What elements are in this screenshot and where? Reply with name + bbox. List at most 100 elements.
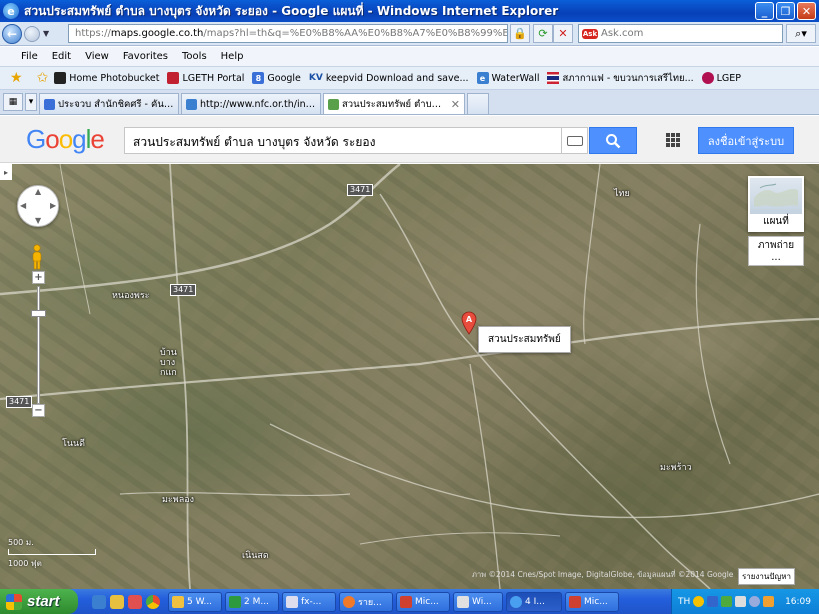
road-number-label: 3471 — [6, 396, 33, 408]
map-type-label: แผนที่ — [750, 214, 802, 230]
lock-icon[interactable]: 🔒 — [510, 24, 530, 43]
tab-google-search[interactable]: ประจวบ สำนักชิคศรี - คันหาดัวย ... — [39, 93, 179, 114]
forward-button[interactable] — [24, 25, 40, 42]
report-problem-link[interactable]: รายงานปัญหา — [738, 568, 796, 585]
satellite-type-button[interactable]: ภาพถ่าย ... — [748, 236, 804, 266]
place-label: โนนดี — [62, 439, 85, 449]
pan-right-icon[interactable]: ▶ — [50, 201, 56, 210]
taskbar-item[interactable]: 2 M... — [225, 591, 279, 612]
taskbar-item[interactable]: Mic... — [565, 591, 619, 612]
marker-info-label[interactable]: สวนประสมทรัพย์ — [478, 326, 571, 353]
signin-button[interactable]: ลงชื่อเข้าสู่ระบบ — [698, 127, 794, 154]
menu-file[interactable]: File — [14, 51, 45, 62]
media-quicklaunch-icon[interactable] — [128, 594, 142, 609]
quick-tabs-icon[interactable]: ▦ — [3, 93, 23, 111]
apps-grid-icon[interactable] — [666, 133, 680, 147]
back-button[interactable]: ← — [2, 23, 22, 44]
start-button[interactable]: start — [0, 589, 78, 614]
menu-view[interactable]: View — [78, 51, 116, 62]
zoom-in-button[interactable]: + — [32, 271, 45, 284]
close-tab-icon[interactable]: ✕ — [451, 98, 460, 111]
logo-letter: e — [90, 124, 105, 154]
menu-help[interactable]: Help — [214, 51, 251, 62]
scale-imperial-label: 1000 ฟุต — [8, 559, 42, 568]
menu-tools[interactable]: Tools — [175, 51, 214, 62]
chrome-quicklaunch-icon[interactable] — [146, 594, 160, 609]
update-tray-icon[interactable] — [763, 596, 775, 607]
tab-list-dropdown-icon[interactable]: ▾ — [25, 93, 37, 111]
favorite-label: WaterWall — [491, 72, 540, 84]
pan-left-icon[interactable]: ◀ — [20, 201, 26, 210]
close-button[interactable]: ✕ — [797, 2, 816, 20]
history-dropdown-icon[interactable]: ▼ — [43, 29, 49, 38]
road-network — [0, 164, 819, 589]
favorite-item[interactable]: e WaterWall — [476, 72, 540, 84]
menu-edit[interactable]: Edit — [45, 51, 78, 62]
location-marker-icon[interactable]: A — [461, 311, 477, 335]
tab-label: สวนประสมทรัพย์ ตำบล บา... — [342, 98, 447, 110]
antivirus-tray-icon[interactable] — [721, 596, 733, 607]
zoom-slider-track[interactable] — [37, 286, 40, 404]
quick-launch — [92, 594, 160, 609]
ie-quicklaunch-icon[interactable] — [92, 594, 106, 609]
refresh-button[interactable]: ⟳ — [533, 24, 553, 43]
maximize-button[interactable]: ❐ — [776, 2, 795, 20]
browser-icon — [343, 595, 355, 608]
task-label: 2 M... — [244, 596, 269, 607]
taskbar-item-active[interactable]: 4 I... — [506, 591, 562, 612]
taskbar-item[interactable]: fx-... — [282, 591, 336, 612]
new-tab-button[interactable] — [467, 93, 489, 114]
satellite-sub-label: ... — [771, 252, 781, 263]
maps-search-button[interactable] — [589, 127, 637, 154]
map-type-button[interactable]: แผนที่ — [748, 176, 804, 232]
favorite-item[interactable]: LGETH Portal — [167, 72, 244, 84]
system-tray: TH 16:09 — [671, 589, 819, 614]
favorites-bar: ★ ✩ Home Photobucket LGETH Portal 8 Googl… — [0, 67, 819, 90]
ie-logo-icon: e — [3, 3, 19, 19]
help-tray-icon[interactable] — [693, 596, 705, 607]
street-view-pegman-icon[interactable] — [31, 244, 43, 270]
maps-search-input[interactable]: สวนประสมทรัพย์ ตำบล บางบุตร จังหวัด ระยอ… — [124, 127, 562, 154]
taskbar-item[interactable]: ราย... — [339, 591, 393, 612]
minimize-button[interactable]: _ — [755, 2, 774, 20]
taskbar-item[interactable]: 5 W... — [168, 591, 222, 612]
favorite-item[interactable]: 8 Google — [252, 72, 301, 84]
favorite-item[interactable]: สภากาแฟ - ขบวนการเสรีไทย... — [547, 71, 694, 86]
google-logo[interactable]: Google — [26, 124, 105, 155]
volume-tray-icon[interactable] — [735, 596, 747, 607]
search-input[interactable]: Ask Ask.com — [578, 24, 783, 43]
zoom-slider-handle[interactable] — [31, 310, 46, 317]
desktop-quicklaunch-icon[interactable] — [110, 594, 124, 609]
pan-down-icon[interactable]: ▼ — [35, 216, 41, 225]
favorites-star-icon[interactable]: ★ — [10, 70, 23, 86]
address-input[interactable]: https://maps.google.co.th/maps?hl=th&q=%… — [68, 24, 508, 43]
language-indicator[interactable]: TH — [678, 597, 690, 607]
pan-up-icon[interactable]: ▲ — [35, 187, 41, 196]
satellite-map[interactable]: ▸ 3471 3471 3471 หนองพระ บ้านบาง กแก ไทย… — [0, 164, 819, 589]
search-button[interactable]: ⌕▾ — [786, 24, 816, 43]
zoom-out-button[interactable]: − — [32, 404, 45, 417]
powerpoint-icon — [569, 595, 581, 608]
menu-favorites[interactable]: Favorites — [116, 51, 175, 62]
favorite-item[interactable]: KV keepvid Download and save... — [309, 72, 469, 84]
taskbar-item[interactable]: Mic... — [396, 591, 450, 612]
road-number-label: 3471 — [347, 184, 374, 196]
favorite-label: Home Photobucket — [69, 72, 160, 84]
powerpoint-icon — [400, 595, 412, 608]
tab-google-maps[interactable]: สวนประสมทรัพย์ ตำบล บา... ✕ — [323, 93, 465, 114]
favorite-label: LGETH Portal — [182, 72, 245, 84]
stop-button[interactable]: ✕ — [553, 24, 573, 43]
keyboard-icon[interactable] — [562, 127, 588, 154]
add-favorite-icon[interactable]: ✩ — [37, 70, 49, 86]
thai-flag-icon — [547, 72, 560, 84]
pan-control[interactable]: ▲ ▼ ◀ ▶ — [17, 185, 59, 227]
favorite-item[interactable]: Home Photobucket — [54, 72, 159, 84]
favorite-item[interactable]: LGEP — [701, 72, 741, 84]
keepvid-icon: KV — [308, 73, 323, 83]
network-tray-icon[interactable] — [707, 596, 719, 607]
messenger-tray-icon[interactable] — [749, 596, 761, 607]
collapse-panel-icon[interactable]: ▸ — [0, 164, 12, 180]
app-icon — [286, 595, 298, 608]
tab-nfc[interactable]: http://www.nfc.or.th/index.... — [181, 93, 321, 114]
taskbar-item[interactable]: Wi... — [453, 591, 503, 612]
